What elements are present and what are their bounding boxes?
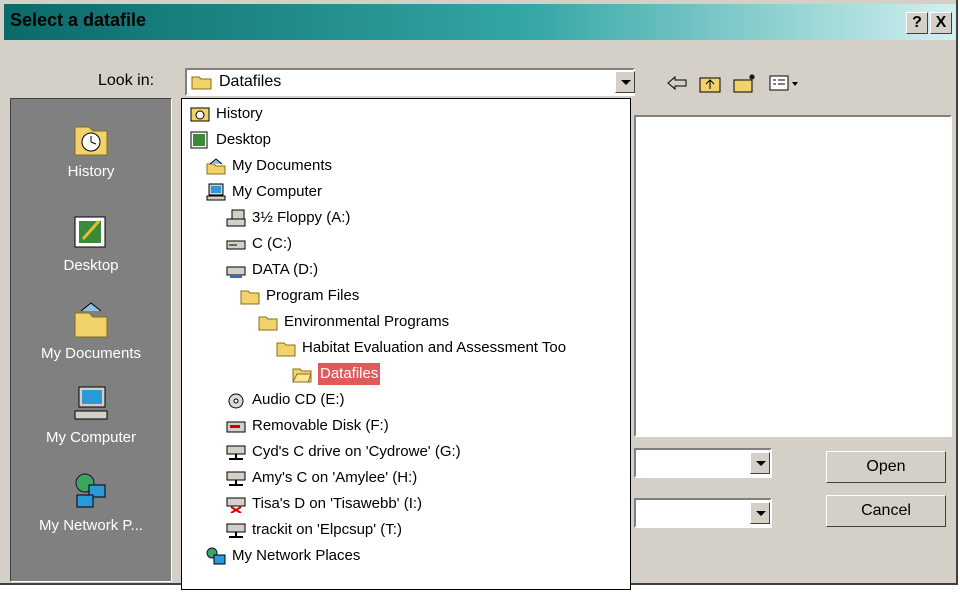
look-in-value: Datafiles [219,73,282,90]
my-documents-icon [74,302,108,338]
list-item[interactable]: Audio CD (E:) [226,389,345,411]
file-type-dropdown-button[interactable] [750,502,770,524]
view-menu-icon[interactable] [768,72,802,94]
cancel-button[interactable]: Cancel [826,495,946,527]
places-my-computer[interactable]: My Computer [11,383,171,446]
places-network-label: My Network P... [39,517,143,534]
places-network[interactable]: My Network P... [11,471,171,534]
look-in-combo[interactable]: Datafiles [185,68,635,96]
history-icon [74,126,108,156]
list-item[interactable]: Environmental Programs [258,311,449,333]
list-item[interactable]: Cyd's C drive on 'Cydrowe' (G:) [226,441,461,463]
network-drive-icon [226,445,246,460]
list-item[interactable]: My Computer [206,181,322,203]
my-documents-icon [206,158,226,175]
my-computer-icon [206,183,226,201]
look-in-dropdown-button[interactable] [615,71,635,93]
select-datafile-dialog: Select a datafile ? X Look in: Datafiles… [0,0,958,590]
hard-drive-icon [226,266,246,278]
cd-icon [228,393,244,409]
folder-icon [240,290,260,305]
open-folder-icon [292,368,312,383]
list-item[interactable]: Habitat Evaluation and Assessment Too [276,337,566,359]
list-item[interactable]: trackit on 'Elpcsup' (T:) [226,519,402,541]
list-item[interactable]: Amy's C on 'Amylee' (H:) [226,467,417,489]
list-item[interactable]: History [190,103,263,125]
file-list-area[interactable] [634,115,952,437]
places-my-documents-label: My Documents [40,345,142,362]
look-in-label: Look in: [98,72,155,89]
list-item[interactable]: Desktop [190,129,271,151]
folder-icon [276,342,296,357]
list-item[interactable]: Program Files [240,285,359,307]
back-arrow-icon[interactable] [664,72,690,94]
help-button[interactable]: ? [906,12,928,34]
list-item[interactable]: 3½ Floppy (A:) [226,207,350,229]
close-button[interactable]: X [930,12,952,34]
title-bar[interactable]: Select a datafile ? X [4,4,956,40]
list-item[interactable]: My Documents [206,155,332,177]
places-desktop-label: Desktop [63,257,119,274]
my-computer-icon [74,386,108,420]
new-folder-icon[interactable] [732,72,758,94]
removable-disk-icon [226,421,246,433]
list-item[interactable]: Removable Disk (F:) [226,415,389,437]
up-folder-icon[interactable] [698,72,724,94]
list-item-selected[interactable]: Datafiles [292,363,381,385]
list-item[interactable]: DATA (D:) [226,259,318,281]
floppy-icon [226,209,246,227]
desktop-icon [74,216,106,248]
places-desktop[interactable]: Desktop [11,211,171,274]
hard-drive-icon [226,240,246,250]
list-item[interactable]: Tisa's D on 'Tisawebb' (I:) [226,493,422,515]
folder-icon [258,316,278,331]
desktop-icon [190,131,208,149]
list-item[interactable]: C (C:) [226,233,292,255]
list-item[interactable]: My Network Places [206,545,360,567]
file-name-input[interactable] [634,448,772,478]
places-history[interactable]: History [11,117,171,180]
disconnected-drive-icon [226,497,246,513]
places-my-computer-label: My Computer [45,429,137,446]
places-bar: History Desktop My Documents My Computer… [10,98,172,582]
network-icon [75,473,106,508]
look-in-dropdown-list[interactable]: History Desktop My Documents My Computer… [181,98,631,590]
network-icon [206,547,226,565]
dialog-title: Select a datafile [10,10,147,30]
open-button[interactable]: Open [826,451,946,483]
places-my-documents[interactable]: My Documents [11,299,171,362]
network-drive-icon [226,471,246,486]
folder-open-icon [191,73,213,96]
places-history-label: History [67,163,115,180]
file-type-select[interactable] [634,498,772,528]
file-name-dropdown-button[interactable] [750,452,770,474]
history-icon [190,107,210,122]
network-drive-icon [226,523,246,538]
